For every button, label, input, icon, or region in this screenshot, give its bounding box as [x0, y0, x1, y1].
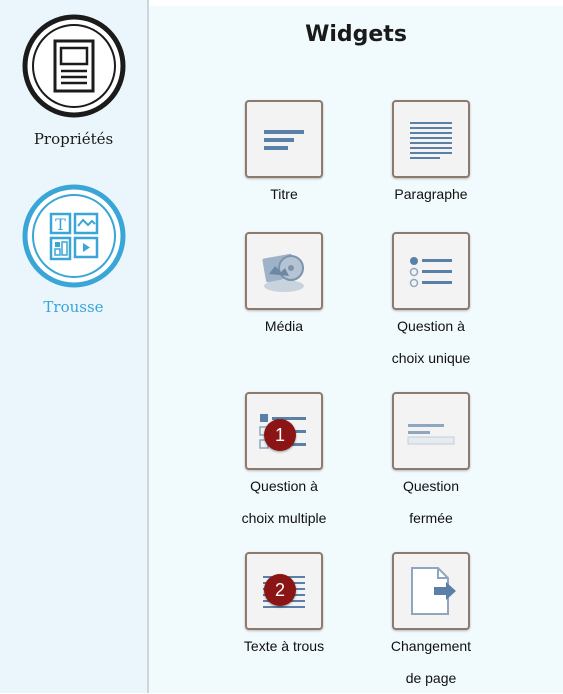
widget-tile[interactable] — [392, 100, 470, 178]
widget-question-choix-multiple[interactable]: 1 Question à choix multiple — [209, 392, 359, 542]
widget-label: Média — [264, 318, 304, 334]
widget-tile[interactable] — [245, 100, 323, 178]
widget-label: choix multiple — [241, 510, 327, 526]
sidebar-item-label: Trousse — [43, 298, 104, 316]
widget-label: Changement — [390, 638, 472, 654]
widget-label: Question — [402, 478, 460, 494]
widget-label: Titre — [270, 186, 298, 202]
widget-label: fermée — [409, 510, 453, 526]
widget-label: Paragraphe — [394, 186, 468, 202]
widget-changement-de-page[interactable]: Changement de page — [356, 552, 506, 693]
widget-titre[interactable]: Titre — [209, 100, 359, 210]
sidebar-item-label: Propriétés — [33, 130, 114, 148]
media-icon — [262, 253, 304, 292]
svg-text:T: T — [55, 215, 66, 234]
paragraph-icon — [410, 122, 452, 159]
widget-label: Question à — [250, 478, 318, 494]
page-change-icon — [411, 567, 456, 615]
widget-label: Question à — [397, 318, 465, 334]
widget-texte-a-trous[interactable]: 2 Texte à trous — [209, 552, 359, 654]
widget-paragraphe[interactable]: Paragraphe — [356, 100, 506, 210]
widget-tile[interactable] — [392, 392, 470, 470]
widget-question-choix-unique[interactable]: Question à choix unique — [356, 232, 506, 382]
single-choice-icon — [409, 257, 452, 288]
closed-question-icon — [407, 424, 455, 445]
widget-tile[interactable] — [392, 232, 470, 310]
toolkit-icon: T — [22, 184, 126, 288]
page-title: Widgets — [305, 22, 407, 47]
properties-icon — [22, 14, 126, 118]
step-badge: 2 — [264, 574, 296, 606]
widget-tile[interactable] — [245, 232, 323, 310]
widgets-panel: Widgets Titre Paragraphe Média Question … — [149, 6, 563, 693]
sidebar-item-trousse[interactable]: T Trousse — [0, 184, 147, 324]
step-badge: 1 — [264, 419, 296, 451]
sidebar: Propriétés T Trousse — [0, 0, 149, 693]
widget-question-fermee[interactable]: Question fermée — [356, 392, 506, 542]
widget-tile[interactable] — [392, 552, 470, 630]
title-icon — [264, 130, 304, 150]
widget-media[interactable]: Média — [209, 232, 359, 382]
widget-label: de page — [405, 670, 457, 686]
widget-label: Texte à trous — [243, 638, 325, 654]
widget-label: choix unique — [391, 350, 471, 366]
sidebar-item-proprietes[interactable]: Propriétés — [0, 14, 147, 164]
